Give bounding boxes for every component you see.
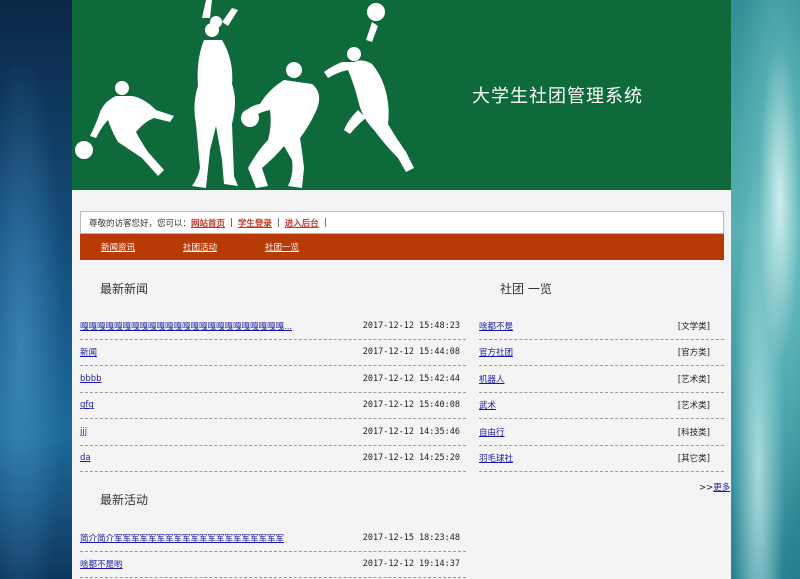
club-category: [艺术类]: [677, 401, 710, 412]
list-item: 简介简介军军军军军军军军军军军军军军军军军军军军 2017-12-15 18:2…: [80, 525, 466, 552]
activity-link[interactable]: 啥都不是哟: [80, 558, 123, 570]
separator: |: [276, 217, 280, 228]
list-item: bbbb 2017-12-12 15:42:44: [80, 366, 466, 393]
list-item: 新闻 2017-12-12 15:44:08: [80, 340, 466, 366]
activity-link[interactable]: 简介简介军军军军军军军军军军军军军军军军军军军军: [80, 532, 284, 544]
page-container: 大学生社团管理系统 尊敬的访客您好，您可以： 网站首页 | 学生登录 | 进入后…: [72, 0, 731, 579]
news-link[interactable]: gfg: [80, 400, 94, 410]
admin-link[interactable]: 进入后台: [285, 217, 319, 229]
student-login-link[interactable]: 学生登录: [238, 217, 272, 229]
list-item: 羽毛球社 [其它类]: [479, 446, 724, 472]
club-link[interactable]: 羽毛球社: [479, 452, 513, 464]
news-link[interactable]: 嘎嘎嘎嘎嘎嘎嘎嘎嘎嘎嘎嘎嘎嘎嘎嘎嘎嘎嘎嘎嘎嘎嘎嘎...: [80, 320, 292, 332]
background-left: [0, 0, 72, 579]
news-date: 2017-12-12 14:25:20: [362, 453, 460, 464]
more-prefix: >>: [699, 483, 714, 493]
clubs-section-title: 社团 一览: [500, 282, 552, 296]
separator: |: [323, 217, 327, 228]
club-link[interactable]: 机器人: [479, 373, 505, 385]
clubs-list: 啥都不是 [文学类] 官方社团 [官方类] 机器人 [艺术类] 武术 [艺术类]…: [479, 313, 724, 472]
list-item: gfg 2017-12-12 15:40:08: [80, 393, 466, 419]
news-date: 2017-12-12 14:35:46: [362, 426, 460, 437]
list-item: jjj 2017-12-12 14:35:46: [80, 419, 466, 446]
more-clubs: >>更多: [699, 481, 730, 493]
club-category: [艺术类]: [677, 374, 710, 385]
basketball-players-illustration: [75, 0, 414, 188]
list-item: 官方社团 [官方类]: [479, 340, 724, 366]
site-title: 大学生社团管理系统: [472, 86, 643, 107]
background-right: [731, 0, 800, 579]
activities-list: 简介简介军军军军军军军军军军军军军军军军军军军军 2017-12-15 18:2…: [80, 525, 466, 578]
activities-section-title: 最新活动: [100, 493, 149, 507]
news-link[interactable]: jjj: [80, 427, 87, 437]
club-category: [科技类]: [677, 427, 710, 438]
nav-item-clubs[interactable]: 社团一览: [265, 241, 299, 253]
separator: |: [230, 217, 233, 228]
club-category: [文学类]: [677, 321, 710, 332]
club-category: [官方类]: [677, 348, 710, 359]
nav-item-news[interactable]: 新闻资讯: [101, 241, 135, 253]
list-item: 嘎嘎嘎嘎嘎嘎嘎嘎嘎嘎嘎嘎嘎嘎嘎嘎嘎嘎嘎嘎嘎嘎嘎嘎... 2017-12-12 1…: [80, 313, 466, 340]
list-item: 机器人 [艺术类]: [479, 366, 724, 393]
club-link[interactable]: 官方社团: [479, 346, 513, 358]
club-link[interactable]: 自由行: [479, 426, 505, 438]
news-date: 2017-12-12 15:42:44: [362, 373, 460, 384]
activity-date: 2017-12-12 19:14:37: [362, 559, 460, 570]
list-item: 啥都不是哟 2017-12-12 19:14:37: [80, 552, 466, 578]
news-link[interactable]: bbbb: [80, 374, 102, 384]
news-link[interactable]: 新闻: [80, 346, 97, 358]
news-link[interactable]: da: [80, 453, 91, 463]
more-clubs-link[interactable]: 更多: [713, 483, 730, 493]
nav-item-activities[interactable]: 社团活动: [183, 241, 217, 253]
home-link[interactable]: 网站首页: [191, 217, 225, 229]
header-banner: 大学生社团管理系统: [72, 0, 731, 190]
list-item: 啥都不是 [文学类]: [479, 313, 724, 340]
news-list: 嘎嘎嘎嘎嘎嘎嘎嘎嘎嘎嘎嘎嘎嘎嘎嘎嘎嘎嘎嘎嘎嘎嘎嘎... 2017-12-12 1…: [80, 313, 466, 472]
list-item: da 2017-12-12 14:25:20: [80, 446, 466, 472]
news-date: 2017-12-12 15:44:08: [362, 347, 460, 358]
activity-date: 2017-12-15 18:23:48: [362, 532, 460, 543]
list-item: 自由行 [科技类]: [479, 419, 724, 446]
greeting-text: 尊敬的访客您好，您可以：: [89, 218, 192, 229]
top-link-bar: 尊敬的访客您好，您可以： 网站首页 | 学生登录 | 进入后台 |: [80, 211, 724, 234]
list-item: 武术 [艺术类]: [479, 393, 724, 419]
club-category: [其它类]: [677, 454, 710, 465]
news-date: 2017-12-12 15:40:08: [362, 400, 460, 411]
main-nav: 新闻资讯 社团活动 社团一览: [80, 234, 724, 260]
club-link[interactable]: 武术: [479, 399, 496, 411]
club-link[interactable]: 啥都不是: [479, 320, 513, 332]
news-date: 2017-12-12 15:48:23: [362, 320, 460, 331]
news-section-title: 最新新闻: [100, 282, 149, 296]
